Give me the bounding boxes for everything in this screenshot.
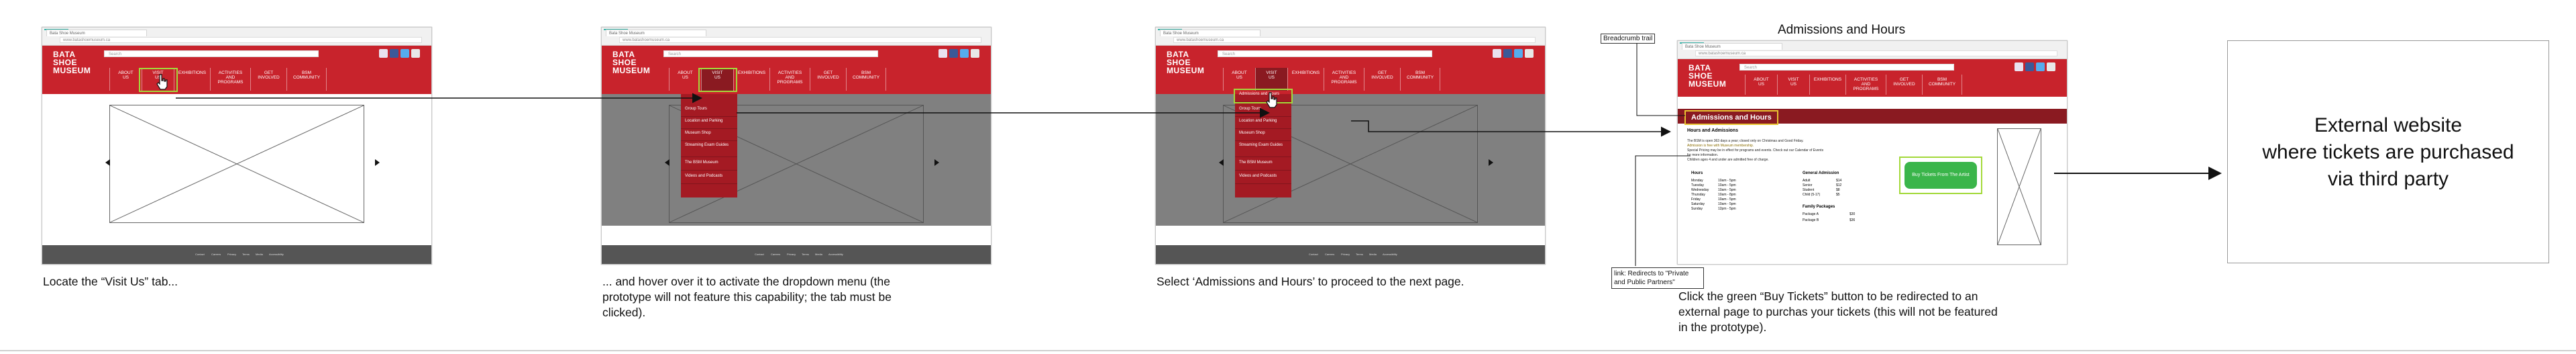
connector-link-note: [1635, 155, 1690, 266]
flow-connectors: [176, 43, 2222, 266]
connector-step3-to-step4: [1351, 120, 1671, 137]
bottom-divider: [0, 350, 2576, 351]
connector-breadcrumb-label: [1636, 43, 1685, 116]
